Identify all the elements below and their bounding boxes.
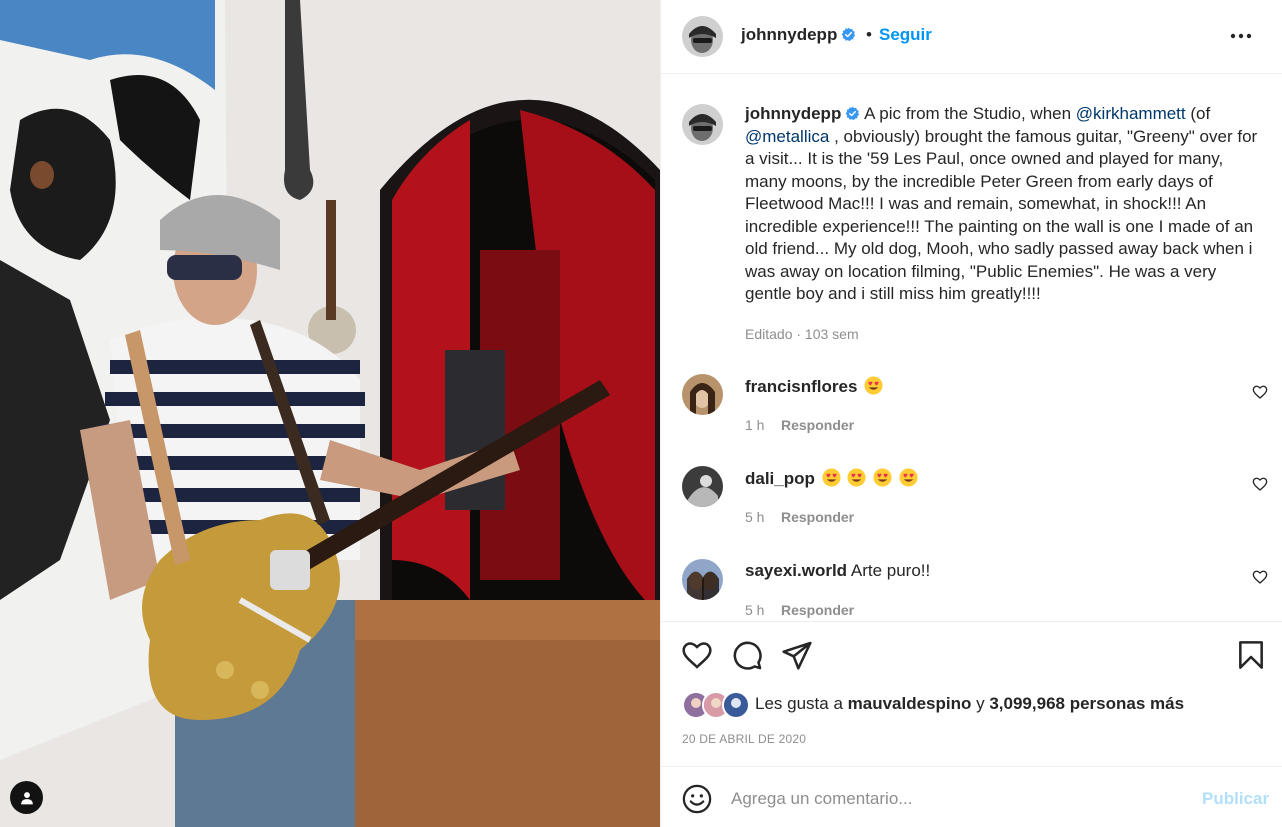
post-date[interactable]: 20 DE ABRIL DE 2020 [682, 732, 806, 746]
mention-metallica[interactable]: @metallica [745, 127, 829, 146]
comment-body: dali_pop [745, 468, 918, 489]
comment-icon[interactable] [731, 639, 763, 671]
add-comment-bar: Publicar [661, 766, 1282, 827]
comment-username[interactable]: dali_pop [745, 469, 815, 488]
heart-eyes-emoji-icon [822, 468, 841, 487]
commenter-avatar[interactable] [682, 559, 723, 600]
comment-time: 1 h [745, 417, 765, 433]
caption-text-1: A pic from the Studio, when [860, 104, 1076, 123]
comment-reply-button[interactable]: Responder [781, 602, 854, 618]
user-tag-icon [20, 791, 33, 804]
comment-body: francisnflores [745, 376, 883, 397]
comment-username[interactable]: sayexi.world [745, 561, 847, 580]
post-header: johnnydepp • Seguir [661, 0, 1282, 74]
comment-item: dali_pop 5 h Responder [661, 466, 1282, 558]
more-options-icon[interactable] [1229, 26, 1253, 46]
photo-illustration [0, 0, 660, 827]
comment-item: francisnflores 1 h Responder [661, 374, 1282, 466]
comment-reply-button[interactable]: Responder [781, 509, 854, 525]
comment-like-heart-icon[interactable] [1252, 476, 1268, 492]
heart-eyes-emoji-icon [864, 376, 883, 395]
liker-username[interactable]: mauvaldespino [848, 694, 972, 713]
post-actions: Les gusta a mauvaldespino y 3,099,968 pe… [661, 621, 1282, 766]
caption-author-avatar[interactable] [682, 104, 723, 145]
author-avatar[interactable] [682, 16, 723, 57]
likes-prefix: Les gusta a [755, 694, 848, 713]
comment-time: 5 h [745, 602, 765, 618]
comments-list[interactable]: johnnydepp A pic from the Studio, when @… [661, 75, 1282, 621]
heart-eyes-emoji-icon [873, 468, 892, 487]
likes-summary: Les gusta a mauvaldespino y 3,099,968 pe… [755, 694, 1184, 714]
post-side-panel: johnnydepp • Seguir johnnydepp A pic fro… [660, 0, 1282, 827]
liker-avatars [682, 691, 752, 719]
liker-avatar [722, 691, 750, 719]
instagram-post: johnnydepp • Seguir johnnydepp A pic fro… [0, 0, 1282, 827]
likes-middle: y [971, 694, 990, 713]
heart-icon[interactable] [681, 639, 713, 671]
comment-item: sayexi.world Arte puro!! 5 h Responder [661, 559, 1282, 621]
follow-button[interactable]: Seguir [879, 25, 932, 45]
header-separator: • [866, 25, 872, 44]
post-caption: johnnydepp A pic from the Studio, when @… [745, 103, 1265, 306]
comment-input[interactable] [731, 785, 1171, 813]
comment-body: sayexi.world Arte puro!! [745, 561, 930, 581]
bookmark-icon[interactable] [1235, 639, 1267, 671]
comment-username[interactable]: francisnflores [745, 377, 857, 396]
post-photo[interactable] [0, 0, 660, 827]
caption-text-2: (of [1185, 104, 1211, 123]
verified-badge-icon [845, 106, 860, 121]
comment-like-heart-icon[interactable] [1252, 384, 1268, 400]
publish-button[interactable]: Publicar [1202, 789, 1269, 809]
likes-count[interactable]: 3,099,968 personas más [989, 694, 1184, 713]
user-tag-button[interactable] [10, 781, 43, 814]
comment-reply-button[interactable]: Responder [781, 417, 854, 433]
comment-text: Arte puro!! [850, 561, 931, 580]
share-icon[interactable] [781, 639, 813, 671]
commenter-avatar[interactable] [682, 466, 723, 507]
caption-meta: Editado · 103 sem [745, 326, 859, 342]
caption-text-3: , obviously) brought the famous guitar, … [745, 126, 1258, 304]
comment-time: 5 h [745, 509, 765, 525]
heart-eyes-emoji-icon [899, 468, 918, 487]
author-username[interactable]: johnnydepp [741, 25, 856, 45]
commenter-avatar[interactable] [682, 374, 723, 415]
comment-like-heart-icon[interactable] [1252, 569, 1268, 585]
verified-badge-icon [841, 27, 856, 42]
emoji-icon[interactable] [682, 784, 712, 814]
heart-eyes-emoji-icon [847, 468, 866, 487]
caption-username[interactable]: johnnydepp [745, 104, 841, 123]
mention-kirkhammett[interactable]: @kirkhammett [1076, 104, 1186, 123]
